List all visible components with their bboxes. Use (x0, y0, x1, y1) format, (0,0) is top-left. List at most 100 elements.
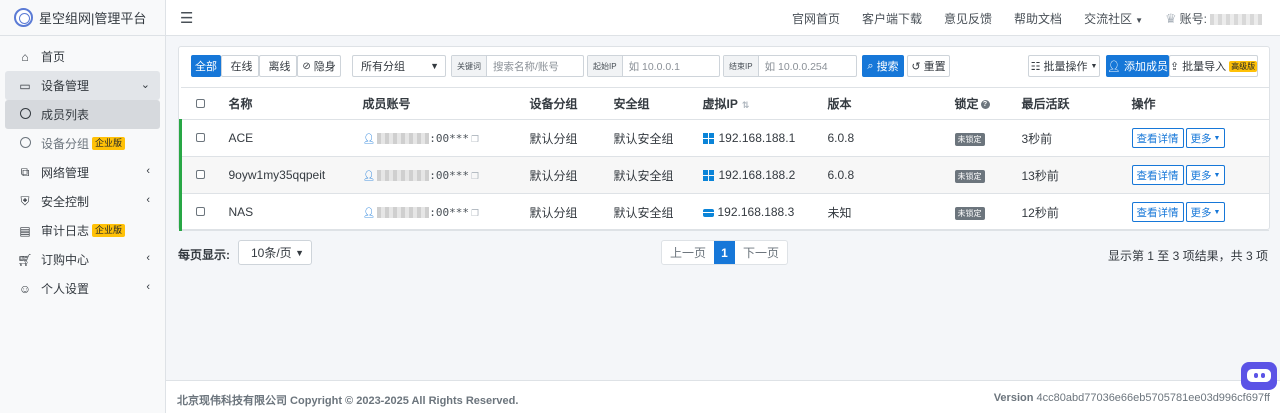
hamburger-menu-icon[interactable]: ☰ (180, 9, 193, 27)
cell-account: 👤︎:00*** ❐ (362, 193, 530, 231)
cell-lock: 未锁定 (954, 119, 1022, 157)
network-icon: ⧉ (20, 165, 30, 179)
keyword-addon: 关键词 (452, 56, 487, 76)
view-details-button[interactable]: 查看详情 (1131, 128, 1184, 148)
chevron-left-icon: ‹ (146, 252, 150, 264)
caret-down-icon: ▼ (1213, 208, 1221, 216)
batch-import-button[interactable]: ⇪ 批量导入 高级版 (1169, 55, 1258, 77)
lock-status-badge: 未锁定 (954, 169, 985, 183)
user-gear-icon: ☺ (18, 281, 32, 296)
sidebar: 星空组网|管理平台 ⌂ 首页 ▭ 设备管理 ⌄ 成员列表 设备分组 企业版 ⧉ … (0, 0, 166, 413)
question-circle-icon[interactable]: ? (980, 100, 990, 110)
col-virtual-ip[interactable]: 虚拟IP ⇅ (702, 87, 828, 120)
more-dropdown[interactable]: 更多 ▼ (1185, 202, 1226, 222)
copy-icon[interactable]: ❐ (471, 134, 479, 144)
filter-offline-button[interactable]: 离线 (259, 55, 297, 77)
search-button[interactable]: ⌕ 搜索 (862, 55, 904, 77)
add-member-button[interactable]: 👤︎ 添加成员 (1106, 55, 1169, 77)
table-header-row: 名称 成员账号 设备分组 安全组 虚拟IP ⇅ 版本 锁定? 最后活跃 操作 (180, 87, 1269, 120)
version-hash: 4cc80abd77036e66eb5705781ee03d996cf697ff (1036, 392, 1270, 404)
row-checkbox[interactable] (196, 133, 205, 142)
footer: 北京现伟科技有限公司 Copyright © 2023-2025 All Rig… (166, 380, 1280, 413)
cell-account: 👤︎:00*** ❐ (362, 119, 530, 157)
bot-eye (1261, 373, 1265, 378)
sidebar-item-label: 成员列表 (41, 108, 90, 122)
top-link-community-dropdown[interactable]: 交流社区 ▼ (1084, 10, 1143, 27)
select-all-checkbox[interactable] (195, 98, 205, 108)
sidebar-item-member-list[interactable]: 成员列表 (5, 100, 160, 129)
filter-hidden-button[interactable]: ⊘ 隐身 (297, 55, 341, 77)
table-row: ACE 👤︎:00*** ❐ 默认分组 默认安全组 192.168.188.1 6… (179, 119, 1269, 157)
start-ip-input[interactable]: 如 10.0.0.1 (623, 56, 686, 76)
account-suffix: :00*** (429, 206, 469, 219)
end-ip-input[interactable]: 如 10.0.0.254 (759, 56, 834, 76)
cell-version: 未知 (827, 193, 955, 231)
filter-online-button[interactable]: 在线 (221, 55, 259, 77)
copy-icon[interactable]: ❐ (471, 208, 479, 218)
lock-status-badge: 未锁定 (954, 132, 985, 146)
chevron-left-icon: ‹ (146, 165, 150, 177)
sidebar-item-security-control[interactable]: ⛨ 安全控制 ‹ (5, 187, 160, 216)
start-ip-addon: 起始IP (588, 56, 623, 76)
batch-operations-dropdown[interactable]: ☷ 批量操作 ▼ (1028, 55, 1100, 77)
sidebar-nav: ⌂ 首页 ▭ 设备管理 ⌄ 成员列表 设备分组 企业版 ⧉ 网络管理 ‹ ⛨ 安… (0, 36, 165, 309)
home-icon: ⌂ (21, 49, 29, 64)
sidebar-item-device-management[interactable]: ▭ 设备管理 ⌄ (5, 71, 160, 100)
top-link-help-docs[interactable]: 帮助文档 (1014, 10, 1062, 27)
cell-name: 9oyw1my35qqpeit (228, 156, 363, 194)
page-1-button[interactable]: 1 (714, 241, 736, 264)
account-menu[interactable]: ♛ 账号: (1165, 10, 1262, 27)
shield-icon: ⛨ (20, 194, 30, 208)
batch-import-label: 批量导入 (1182, 61, 1227, 73)
table-row: NAS 👤︎:00*** ❐ 默认分组 默认安全组 192.168.188.3 未… (179, 193, 1269, 231)
chat-bot-icon[interactable] (1241, 362, 1277, 390)
chevron-down-icon: ▼ (430, 61, 439, 71)
brand[interactable]: 星空组网|管理平台 (0, 0, 165, 36)
col-version: 版本 (827, 87, 955, 120)
windows-icon (702, 133, 714, 145)
circle-icon (17, 107, 33, 122)
cell-group: 默认分组 (529, 193, 614, 231)
filter-all-button[interactable]: 全部 (191, 55, 221, 77)
per-page-select[interactable]: 10条/页 ▼ (238, 240, 312, 265)
search-label: 搜索 (876, 61, 899, 73)
sidebar-item-order-center[interactable]: 🛒︎ 订购中心 ‹ (5, 245, 160, 274)
cell-security-group: 默认安全组 (613, 119, 703, 157)
top-link-feedback[interactable]: 意见反馈 (944, 10, 992, 27)
per-page-value: 10条/页 (251, 246, 292, 260)
top-link-homepage[interactable]: 官网首页 (792, 10, 840, 27)
undo-icon: ↺ (911, 60, 921, 73)
group-select[interactable]: 所有分组 ▼ (352, 55, 446, 77)
prev-page-button[interactable]: 上一页 (662, 241, 714, 264)
reset-button[interactable]: ↺ 重置 (907, 55, 950, 77)
filter-online-label: 在线 (230, 61, 253, 73)
ip-value: 192.168.188.2 (718, 168, 796, 182)
view-details-button[interactable]: 查看详情 (1131, 202, 1184, 222)
sidebar-item-audit-log[interactable]: ▤ 审计日志 企业版 (5, 216, 160, 245)
chevron-left-icon: ‹ (146, 281, 150, 293)
row-checkbox[interactable] (196, 170, 205, 179)
more-dropdown[interactable]: 更多 ▼ (1185, 128, 1226, 148)
top-link-client-download[interactable]: 客户端下载 (862, 10, 922, 27)
copy-icon[interactable]: ❐ (471, 171, 479, 181)
cell-name: NAS (228, 193, 363, 231)
top-link-community-label: 交流社区 (1084, 11, 1133, 26)
start-ip-group: 起始IP 如 10.0.0.1 (587, 55, 720, 77)
bot-eye (1254, 373, 1258, 378)
account-redacted (377, 170, 430, 182)
sidebar-item-label: 设备管理 (41, 79, 90, 93)
sidebar-item-network-management[interactable]: ⧉ 网络管理 ‹ (5, 158, 160, 187)
keyword-input[interactable]: 搜索名称/账号 (487, 56, 565, 76)
cart-icon: 🛒︎ (17, 252, 33, 267)
cell-name: ACE (228, 119, 363, 157)
brand-title: 星空组网|管理平台 (39, 11, 147, 26)
next-page-button[interactable]: 下一页 (735, 241, 787, 264)
chevron-left-icon: ‹ (146, 194, 150, 206)
more-dropdown[interactable]: 更多 ▼ (1185, 165, 1226, 185)
sidebar-item-home[interactable]: ⌂ 首页 (5, 42, 160, 71)
view-details-button[interactable]: 查看详情 (1131, 165, 1184, 185)
sidebar-item-device-group[interactable]: 设备分组 企业版 (5, 129, 160, 158)
enterprise-badge: 企业版 (92, 224, 126, 237)
sidebar-item-personal-settings[interactable]: ☺ 个人设置 ‹ (5, 274, 160, 303)
row-checkbox[interactable] (196, 207, 205, 216)
